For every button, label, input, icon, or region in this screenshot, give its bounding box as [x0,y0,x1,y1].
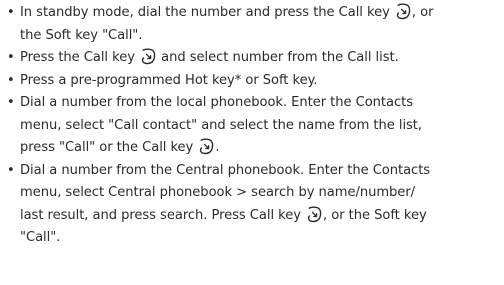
list-item-line: In standby mode, dial the number and pre… [20,2,500,25]
list-item: • Dial a number from the Central phonebo… [6,160,500,250]
text-segment: , or the Soft key [323,207,427,223]
bullet-dot: • [7,95,15,110]
list-item: • In standby mode, dial the number and p… [6,2,500,47]
instructions-page: • In standby mode, dial the number and p… [0,0,504,285]
list-item-line: "Call". [20,230,61,245]
text-segment: last result, and press search. Press Cal… [20,207,306,223]
list-item-line: Press the Call key and select number fro… [20,47,500,70]
text-segment: Press the Call key [20,50,140,65]
list-item: • Press a pre-programmed Hot key* or Sof… [6,70,500,93]
bullet-dot: • [7,72,15,88]
bullet-dot: • [7,5,15,20]
list-item-line: menu, select "Call contact" and select t… [20,117,422,133]
text-segment: In standby mode, dial the number and pre… [20,5,394,20]
list-item-line: press "Call" or the Call key . [20,137,500,160]
text-segment: . [215,140,220,155]
call-key-icon [395,3,411,20]
bullet-dot: • [7,162,15,178]
call-key-icon [140,48,156,65]
list-item-line: Dial a number from the local phonebook. … [20,95,413,110]
text-segment: and select number from the Call list. [157,50,399,65]
list-item-line: the Soft key "Call". [20,27,143,43]
list-item-line: menu, select Central phonebook > search … [20,185,416,200]
list-item-line: Press a pre-programmed Hot key* or Soft … [20,72,318,88]
list-item: • Dial a number from the local phonebook… [6,92,500,160]
call-key-icon [306,206,322,223]
call-methods-list: • In standby mode, dial the number and p… [6,2,500,250]
text-segment: press "Call" or the Call key [20,140,198,155]
list-item-line: last result, and press search. Press Cal… [20,205,500,228]
list-item: • Press the Call key and select number f… [6,47,500,70]
list-item-line: Dial a number from the Central phonebook… [20,162,431,178]
text-segment: , or [411,5,434,20]
bullet-dot: • [7,50,15,65]
call-key-icon [198,138,214,155]
